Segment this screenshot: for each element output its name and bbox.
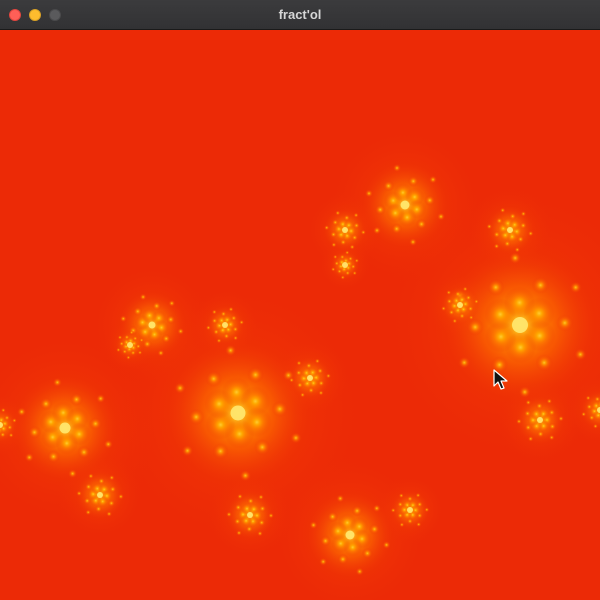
window-title: fract'ol	[278, 7, 322, 22]
fractol-window: fract'ol	[0, 0, 600, 600]
arrow-cursor-icon	[493, 369, 508, 390]
title-bar[interactable]: fract'ol	[0, 0, 600, 30]
julia-fractal-render	[0, 124, 600, 600]
fractal-canvas[interactable]	[0, 30, 600, 600]
